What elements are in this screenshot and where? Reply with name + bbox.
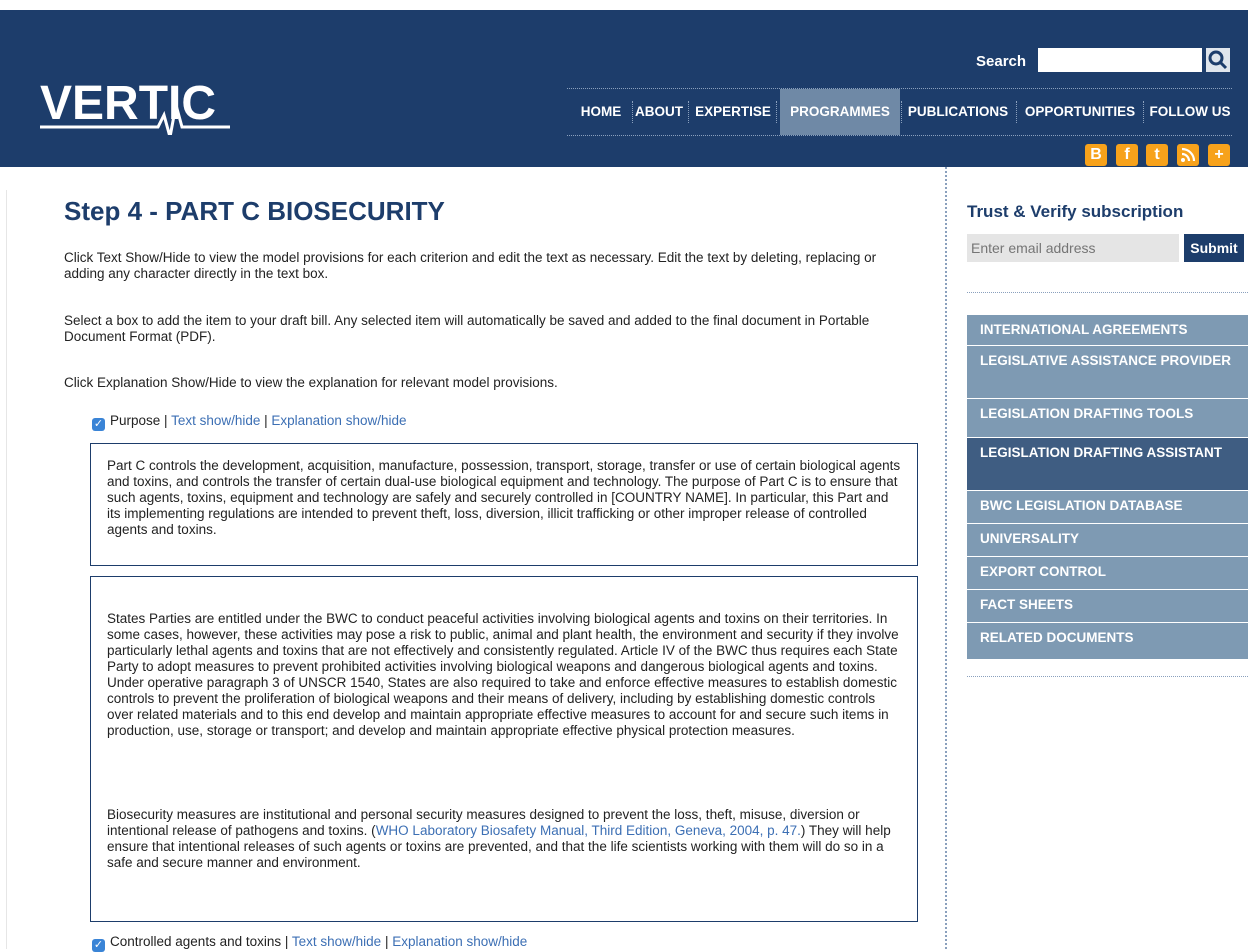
sidebar-item-international-agreements[interactable]: INTERNATIONAL AGREEMENTS (967, 315, 1248, 345)
search-input[interactable] (1038, 48, 1202, 72)
sidebar-divider (967, 676, 1248, 677)
sidebar-item-legislation-drafting-tools[interactable]: LEGISLATION DRAFTING TOOLS (967, 399, 1248, 437)
controlled-agents-text-toggle[interactable]: Text show/hide (292, 934, 381, 949)
explanation-paragraph-2: Biosecurity measures are institutional a… (107, 807, 901, 871)
sidebar-item-export-control[interactable]: EXPORT CONTROL (967, 557, 1248, 589)
purpose-label: Purpose (110, 413, 161, 428)
submit-button[interactable]: Submit (1184, 234, 1244, 262)
intro-text-2: Select a box to add the item to your dra… (64, 313, 870, 344)
intro-text-1: Click Text Show/Hide to view the model p… (64, 250, 877, 281)
purpose-checkbox[interactable]: ✓ (92, 418, 105, 431)
nav-divider (901, 101, 902, 123)
separator: | (260, 413, 272, 428)
provision-text-box[interactable]: Part C controls the development, acquisi… (90, 443, 918, 566)
search-label: Search (976, 53, 1027, 70)
sidebar-item-universality[interactable]: UNIVERSALITY (967, 524, 1248, 556)
sidebar-divider (967, 292, 1248, 293)
nav-divider (632, 101, 633, 123)
site-header: VERTIC Search HOME ABOUT EXPERTISE PROGR… (0, 10, 1248, 167)
nav-divider (688, 101, 689, 123)
email-field[interactable] (967, 234, 1179, 262)
column-divider (945, 167, 947, 949)
nav-divider (1016, 101, 1017, 123)
purpose-text-toggle[interactable]: Text show/hide (171, 413, 260, 428)
separator: | (281, 934, 292, 949)
nav-opportunities[interactable]: OPPORTUNITIES (1021, 89, 1139, 135)
who-manual-link[interactable]: WHO Laboratory Biosafety Manual, Third E… (376, 823, 801, 838)
plus-icon[interactable]: + (1208, 144, 1230, 166)
sidebar-item-legislation-drafting-assistant[interactable]: LEGISLATION DRAFTING ASSISTANT (967, 438, 1248, 490)
separator: | (160, 413, 172, 428)
twitter-icon[interactable]: t (1146, 144, 1168, 166)
search-button[interactable] (1206, 48, 1230, 72)
sidebar-item-related-documents[interactable]: RELATED DOCUMENTS (967, 623, 1248, 659)
controlled-agents-explanation-toggle[interactable]: Explanation show/hide (392, 934, 527, 949)
rss-icon[interactable] (1177, 144, 1199, 166)
main-nav: HOME ABOUT EXPERTISE PROGRAMMES PUBLICAT… (567, 88, 1232, 136)
sidebar-item-fact-sheets[interactable]: FACT SHEETS (967, 590, 1248, 622)
rss-glyph (1181, 147, 1196, 162)
nav-divider (776, 101, 777, 123)
controlled-agents-label: Controlled agents and toxins (110, 934, 282, 949)
blogger-icon[interactable]: B (1085, 144, 1107, 166)
nav-home[interactable]: HOME (575, 89, 627, 135)
explanation-paragraph-1: States Parties are entitled under the BW… (107, 611, 899, 738)
provision-text: Part C controls the development, acquisi… (107, 458, 901, 537)
nav-divider (1143, 101, 1144, 123)
nav-expertise[interactable]: EXPERTISE (695, 89, 771, 135)
page-title: Step 4 - PART C BIOSECURITY (64, 196, 445, 226)
left-border (6, 190, 7, 949)
logo-graphic: VERTIC (40, 77, 230, 135)
sidebar-item-legislative-assistance-provider[interactable]: LEGISLATIVE ASSISTANCE PROVIDER (967, 346, 1248, 398)
facebook-icon[interactable]: f (1116, 144, 1138, 166)
provision-row-purpose: ✓ Purpose | Text show/hide | Explanation … (92, 413, 406, 431)
search-icon (1208, 50, 1228, 70)
separator: | (381, 934, 393, 949)
nav-publications[interactable]: PUBLICATIONS (905, 89, 1011, 135)
provision-row-controlled-agents: ✓ Controlled agents and toxins | Text sho… (92, 934, 527, 952)
logo-text: VERTIC (40, 77, 216, 130)
purpose-explanation-toggle[interactable]: Explanation show/hide (271, 413, 406, 428)
explanation-box: States Parties are entitled under the BW… (90, 576, 918, 922)
intro-text-3: Click Explanation Show/Hide to view the … (64, 375, 558, 390)
nav-follow-us[interactable]: FOLLOW US (1149, 89, 1231, 135)
nav-programmes[interactable]: PROGRAMMES (780, 89, 900, 135)
controlled-agents-checkbox[interactable]: ✓ (92, 939, 105, 952)
subscription-title: Trust & Verify subscription (967, 202, 1184, 221)
sidebar-item-bwc-legislation-database[interactable]: BWC LEGISLATION DATABASE (967, 491, 1248, 523)
nav-about[interactable]: ABOUT (635, 89, 683, 135)
